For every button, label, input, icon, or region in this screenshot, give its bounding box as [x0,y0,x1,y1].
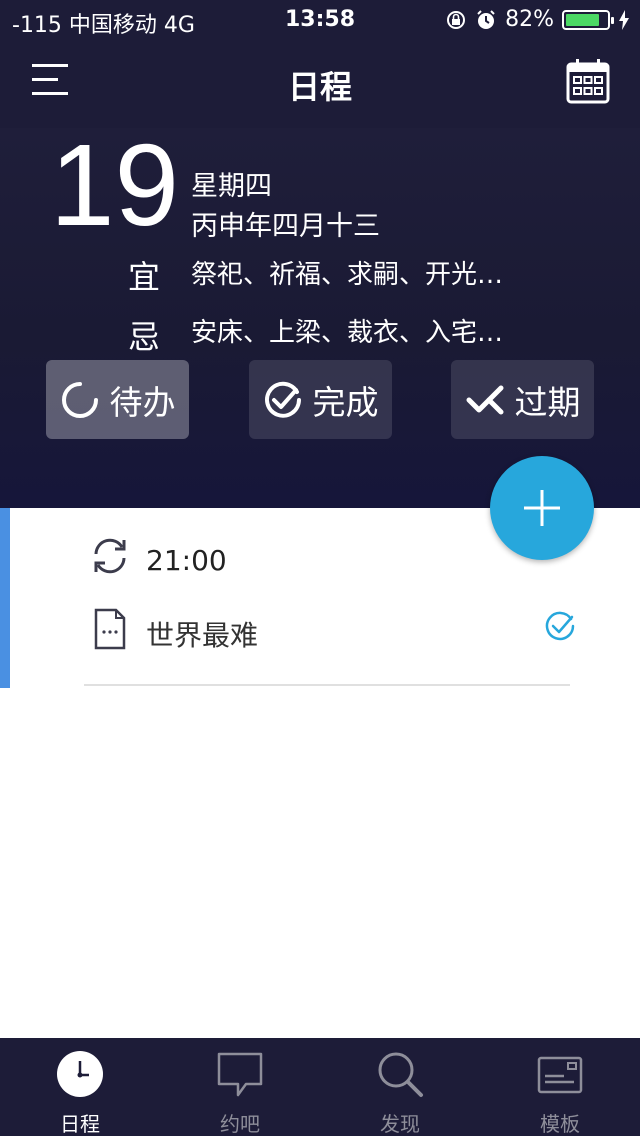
inauspicious-text: 安床、上梁、裁衣、入宅… [191,318,504,348]
tab-template[interactable]: 模板 [480,1038,640,1136]
clock-icon [57,1051,103,1097]
calendar-icon[interactable] [566,58,610,104]
chat-bubble-icon [217,1052,263,1097]
alarm-icon [477,9,495,29]
lunar-date: 丙申年四月十三 [191,211,380,242]
event-time: 21:00 [146,544,227,577]
document-icon [94,608,126,650]
repeat-icon [94,538,126,574]
filter-todo-button[interactable]: 待办 [46,360,189,439]
tab-template-label: 模板 [540,1112,580,1136]
tab-schedule[interactable]: 日程 [0,1038,160,1136]
auspicious-text: 祭祀、祈福、求嗣、开光… [191,260,504,290]
orientation-lock-icon [447,10,466,29]
filter-done-label: 完成 [312,382,379,422]
add-event-button[interactable] [490,456,594,560]
battery-percent: 82% [505,7,554,32]
filter-overdue-label: 过期 [514,382,581,422]
event-accent-bar [0,508,10,688]
check-x-icon [466,385,503,414]
plus-icon [524,490,560,526]
weekday: 星期四 [191,171,272,202]
event-divider [84,684,570,686]
filter-done-button[interactable]: 完成 [249,360,392,439]
battery-icon [562,9,614,30]
tab-meetup[interactable]: 约吧 [160,1038,320,1136]
tab-bar: 日程 约吧 发现 模板 [0,1038,640,1136]
template-card-icon [537,1056,583,1094]
nav-bar: 日程 [0,40,640,128]
tab-meetup-label: 约吧 [220,1112,260,1136]
status-right: 82% [445,7,630,32]
tab-discover-label: 发现 [380,1112,420,1136]
inauspicious-label: 忌 [128,318,161,356]
status-bar: -115 中国移动 4G 13:58 82% [0,0,640,40]
check-circle-icon [264,381,301,418]
tab-schedule-label: 日程 [60,1112,100,1136]
tab-discover[interactable]: 发现 [320,1038,480,1136]
page-title: 日程 [287,68,352,106]
filter-overdue-button[interactable]: 过期 [451,360,594,439]
auspicious-label: 宜 [128,258,161,296]
complete-check-icon[interactable] [544,610,576,642]
date-header: 19 星期四 丙申年四月十三 宜 祭祀、祈福、求嗣、开光… 忌 安床、上梁、裁衣… [0,120,640,508]
filter-todo-label: 待办 [109,382,176,422]
loading-circle-icon [61,381,98,418]
day-number: 19 [50,120,180,250]
search-icon [378,1052,423,1097]
battery-level [566,13,599,26]
event-title: 世界最难 [146,619,259,652]
charging-bolt-icon [619,9,629,30]
